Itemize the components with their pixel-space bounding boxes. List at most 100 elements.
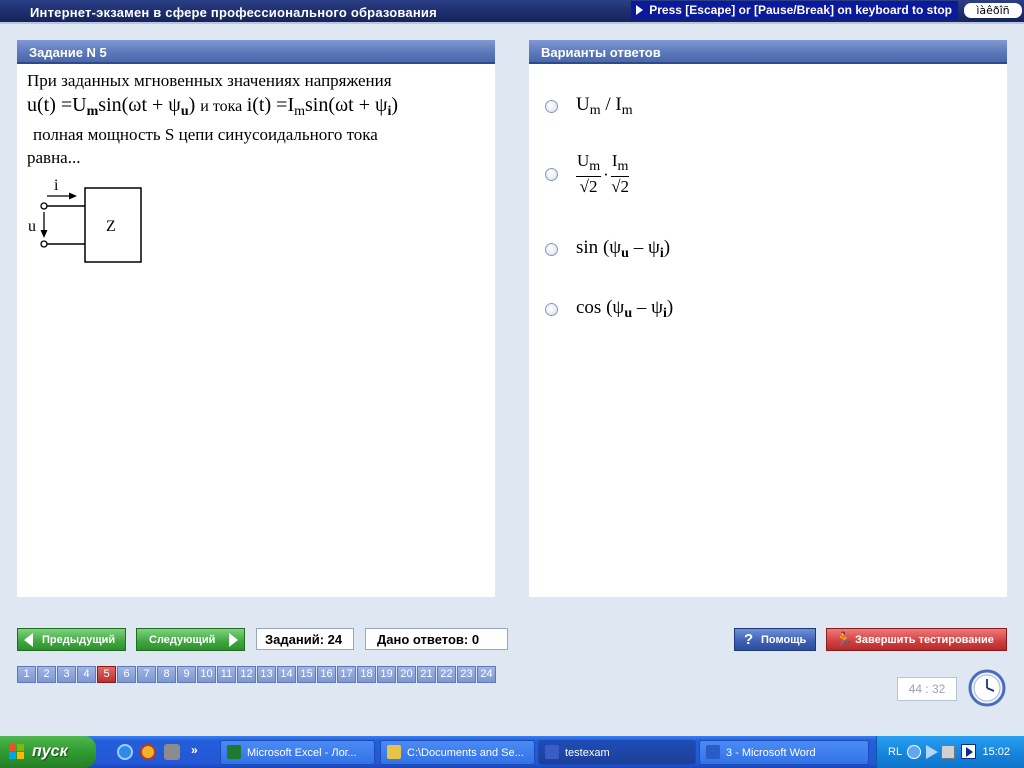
tray-play-icon[interactable]: [926, 745, 938, 759]
question-number-button[interactable]: 17: [337, 666, 356, 683]
question-number-button[interactable]: 12: [237, 666, 256, 683]
question-number-button[interactable]: 3: [57, 666, 76, 683]
play-arrow-icon: [636, 5, 644, 15]
question-number-button[interactable]: 13: [257, 666, 276, 683]
help-button[interactable]: ? Помощь: [734, 628, 816, 651]
question-number-button[interactable]: 1: [17, 666, 36, 683]
question-number-button[interactable]: 9: [177, 666, 196, 683]
windows-flag-icon: [9, 744, 24, 759]
previous-button-label: Предыдущий: [42, 634, 116, 646]
tray-network-icon[interactable]: [941, 745, 955, 759]
question-formulas: u(t) =Umsin(ωt + ψu) и тока i(t) =Imsin(…: [27, 94, 398, 120]
system-tray: RL 15:02: [876, 736, 1024, 768]
tray-media-icon[interactable]: [961, 744, 976, 759]
task-header: Задание N 5: [17, 40, 495, 64]
windows-taskbar: пуск » Microsoft Excel - Лог... C:\Docume…: [0, 736, 1024, 768]
question-navigator: 1 2 3 4 5 6 7 8 9 10 11 12 13 14 15 16 17 18 19 20 21 22 23 24: [17, 666, 497, 683]
internet-explorer-icon[interactable]: [117, 744, 133, 760]
current-formula: i(t) =Imsin(ωt + ψi): [246, 94, 399, 119]
next-button-label: Следующий: [149, 634, 216, 646]
voltage-label: u: [28, 218, 36, 235]
answer-text-2: Um √2 · Im √2: [576, 151, 630, 196]
keyboard-indicator[interactable]: ìàêðîñ: [964, 3, 1022, 18]
arrow-left-icon: [24, 633, 33, 647]
question-number-button[interactable]: 14: [277, 666, 296, 683]
tray-clock: 15:02: [982, 746, 1010, 758]
answer-radio-3[interactable]: [545, 243, 558, 256]
start-button[interactable]: пуск: [0, 736, 96, 768]
circuit-diagram: i u Z: [28, 177, 142, 263]
question-number-button[interactable]: 21: [417, 666, 436, 683]
clock-icon: [968, 669, 1006, 707]
tray-back-icon[interactable]: [907, 745, 921, 759]
testexam-icon: [545, 745, 559, 759]
question-number-button[interactable]: 2: [37, 666, 56, 683]
current-label: i: [54, 177, 59, 194]
question-number-button[interactable]: 8: [157, 666, 176, 683]
taskbar-window-button[interactable]: Microsoft Excel - Лог...: [220, 740, 375, 765]
question-number-button[interactable]: 11: [217, 666, 236, 683]
task-panel: Задание N 5 При заданных мгновенных знач…: [17, 40, 495, 597]
tasks-count: Заданий: 24: [256, 628, 354, 650]
timer: 44 : 32: [897, 677, 957, 701]
question-number-button[interactable]: 22: [437, 666, 456, 683]
input-language[interactable]: RL: [888, 746, 902, 758]
next-button[interactable]: Следующий: [136, 628, 245, 651]
answer-text-1: Um / Im: [576, 94, 633, 118]
taskbar-window-label: C:\Documents and Se...: [407, 747, 524, 759]
answer-option-4[interactable]: cos (ψu – ψi): [545, 297, 673, 322]
answer-option-3[interactable]: sin (ψu – ψi): [545, 237, 670, 262]
voltage-formula: u(t) =Umsin(ωt + ψu): [27, 94, 196, 119]
folder-icon: [387, 745, 401, 759]
question-number-button[interactable]: 18: [357, 666, 376, 683]
taskbar-window-label: 3 - Microsoft Word: [726, 747, 816, 759]
utility-icon[interactable]: [164, 744, 180, 760]
title-bar: Интернет-экзамен в сфере профессионально…: [0, 0, 1024, 24]
answer-radio-1[interactable]: [545, 100, 558, 113]
word-icon: [706, 745, 720, 759]
help-button-label: Помощь: [761, 634, 807, 646]
question-number-button[interactable]: 19: [377, 666, 396, 683]
question-mark-icon: ?: [744, 631, 754, 648]
finish-test-button[interactable]: 🏃 Завершить тестирование: [826, 628, 1007, 651]
start-label: пуск: [32, 743, 68, 760]
previous-button[interactable]: Предыдущий: [17, 628, 126, 651]
connector-text: и тока: [200, 98, 243, 115]
finish-test-label: Завершить тестирование: [855, 634, 994, 646]
escape-hint-text: Press [Escape] or [Pause/Break] on keybo…: [649, 3, 952, 17]
app-title: Интернет-экзамен в сфере профессионально…: [30, 5, 437, 20]
question-line-3: полная мощность S цепи синусоидального т…: [33, 125, 378, 144]
answer-option-1[interactable]: Um / Im: [545, 94, 633, 119]
taskbar-window-button[interactable]: 3 - Microsoft Word: [699, 740, 869, 765]
answers-header: Варианты ответов: [529, 40, 1007, 64]
answered-count: Дано ответов: 0: [365, 628, 508, 650]
answer-option-2[interactable]: Um √2 · Im √2: [545, 151, 630, 197]
question-number-button[interactable]: 15: [297, 666, 316, 683]
impedance-label: Z: [106, 218, 116, 235]
question-number-button[interactable]: 10: [197, 666, 216, 683]
taskbar-window-button[interactable]: testexam: [538, 740, 696, 765]
question-line-1: При заданных мгновенных значениях напряж…: [27, 71, 392, 90]
quicklaunch-expand-icon[interactable]: »: [191, 743, 198, 757]
question-number-button[interactable]: 6: [117, 666, 136, 683]
running-man-icon: 🏃: [835, 631, 853, 647]
answer-text-4: cos (ψu – ψi): [576, 297, 674, 321]
escape-hint: Press [Escape] or [Pause/Break] on keybo…: [631, 1, 958, 20]
question-number-button[interactable]: 23: [457, 666, 476, 683]
media-player-icon[interactable]: [140, 744, 156, 760]
question-number-button[interactable]: 7: [137, 666, 156, 683]
taskbar-window-button[interactable]: C:\Documents and Se...: [380, 740, 535, 765]
arrow-right-icon: [229, 633, 238, 647]
question-line-4: равна...: [27, 148, 81, 167]
answer-radio-4[interactable]: [545, 303, 558, 316]
taskbar-window-label: testexam: [565, 747, 610, 759]
answers-panel: Варианты ответов Um / Im Um √2 · Im √2 sin…: [529, 40, 1007, 597]
excel-icon: [227, 745, 241, 759]
answer-radio-2[interactable]: [545, 168, 558, 181]
question-number-button[interactable]: 5: [97, 666, 116, 683]
question-number-button[interactable]: 24: [477, 666, 496, 683]
answer-text-3: sin (ψu – ψi): [576, 237, 671, 261]
question-number-button[interactable]: 16: [317, 666, 336, 683]
question-number-button[interactable]: 4: [77, 666, 96, 683]
question-number-button[interactable]: 20: [397, 666, 416, 683]
